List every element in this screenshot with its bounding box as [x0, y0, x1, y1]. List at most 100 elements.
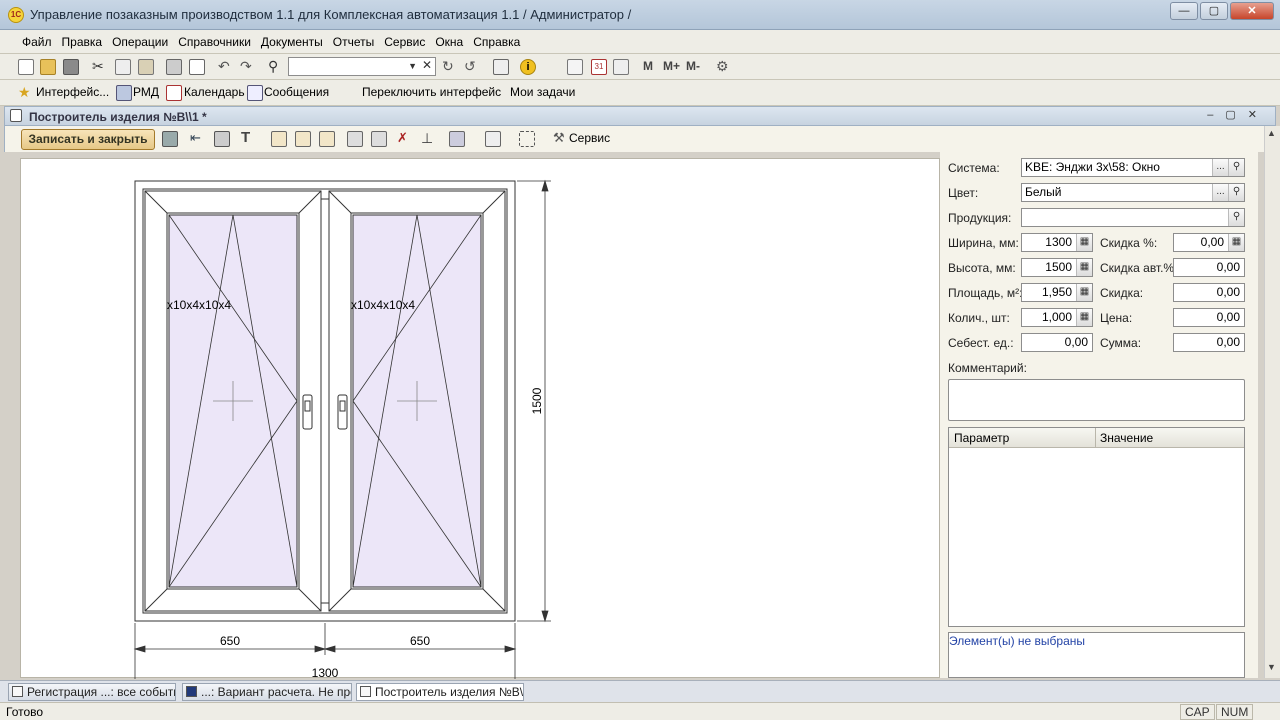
discount-auto-field[interactable]: 0,00	[1173, 258, 1245, 277]
menu-windows[interactable]: Окна	[435, 35, 463, 49]
calculator-icon[interactable]: ▦	[1076, 309, 1092, 326]
rmd-button[interactable]: РМД	[133, 85, 159, 99]
chevron-down-icon[interactable]: ▼	[408, 61, 417, 71]
menu-file[interactable]: Файл	[22, 35, 52, 49]
close-button[interactable]: ✕	[1230, 2, 1274, 20]
column-parameter[interactable]: Параметр	[954, 431, 1009, 445]
delete-element-icon[interactable]: ✗	[397, 131, 413, 147]
discount-field[interactable]: 0,00	[1173, 283, 1245, 302]
select-button[interactable]: ...	[1212, 159, 1228, 176]
calculator-icon[interactable]: ▦	[1076, 234, 1092, 251]
discount-pct-field[interactable]: 0,00 ▦	[1173, 233, 1245, 252]
find-next-icon[interactable]: ↻	[442, 59, 458, 75]
menu-help[interactable]: Справка	[473, 35, 520, 49]
save-icon[interactable]	[162, 131, 178, 147]
width-field[interactable]: 1300 ▦	[1021, 233, 1093, 252]
impost-vertical-icon[interactable]	[371, 131, 387, 147]
sash-icon[interactable]	[271, 131, 287, 147]
system-field[interactable]: KBE: Энджи 3х\58: Окно ... ⚲	[1021, 158, 1245, 177]
document-window-controls[interactable]: ‒▢✕	[1207, 108, 1269, 121]
sum-field[interactable]: 0,00	[1173, 333, 1245, 352]
product-field[interactable]: ⚲	[1021, 208, 1245, 227]
switch-interface-button[interactable]: Переключить интерфейс	[362, 85, 501, 99]
task-registration[interactable]: Регистрация ...: все события	[8, 683, 176, 701]
area-field[interactable]: 1,950 ▦	[1021, 283, 1093, 302]
glass-icon[interactable]	[319, 131, 335, 147]
minimize-button[interactable]: —	[1170, 2, 1198, 20]
undo-icon[interactable]: ↶	[218, 59, 234, 75]
save-icon[interactable]	[63, 59, 79, 75]
service-menu-button[interactable]: Сервис	[569, 131, 610, 145]
find-icon[interactable]: ⚲	[268, 59, 284, 75]
messages-button[interactable]: Сообщения	[264, 85, 329, 99]
menu-service[interactable]: Сервис	[384, 35, 425, 49]
right-sash[interactable]: x10x4x10x4	[328, 190, 506, 612]
product-drawing-canvas[interactable]: x10x4x10x4 x10x4x10x4 650 650 1300 1500	[20, 158, 940, 680]
price-field[interactable]: 0,00	[1173, 308, 1245, 327]
layout-icon[interactable]	[449, 131, 465, 147]
menu-reports[interactable]: Отчеты	[333, 35, 374, 49]
menu-operations[interactable]: Операции	[112, 35, 168, 49]
copy-icon[interactable]	[115, 59, 131, 75]
vertical-scrollbar[interactable]: ▲ ▼	[1264, 126, 1280, 678]
find-prev-icon[interactable]: ↺	[464, 59, 480, 75]
clear-search-icon[interactable]: ✕	[422, 58, 432, 72]
task-calculation-variant[interactable]: ...: Вариант расчета. Не про...	[182, 683, 352, 701]
clipboard-icon[interactable]	[613, 59, 629, 75]
scroll-up-icon[interactable]: ▲	[1267, 128, 1276, 138]
color-field[interactable]: Белый ... ⚲	[1021, 183, 1245, 202]
open-icon[interactable]	[40, 59, 56, 75]
parameters-table[interactable]: Параметр Значение	[948, 427, 1245, 627]
calculator-icon[interactable]	[567, 59, 583, 75]
memory-plus-button[interactable]: M+	[663, 59, 680, 73]
memory-button[interactable]: M	[643, 59, 653, 73]
my-tasks-button[interactable]: Мои задачи	[510, 85, 575, 99]
grid-icon[interactable]	[485, 131, 501, 147]
interfaces-button[interactable]: Интерфейс...	[36, 85, 109, 99]
calendar-button[interactable]: Календарь	[184, 85, 245, 99]
align-icon[interactable]: ⊥	[421, 131, 437, 147]
cut-icon[interactable]: ✂	[92, 59, 108, 75]
select-button[interactable]: ...	[1212, 184, 1228, 201]
table-header: Параметр Значение	[949, 428, 1244, 448]
calculator-icon[interactable]: ▦	[1076, 284, 1092, 301]
move-left-icon[interactable]: ⇤	[190, 131, 206, 147]
menu-edit[interactable]: Правка	[62, 35, 103, 49]
calendar-icon[interactable]: 31	[591, 59, 607, 75]
info-icon[interactable]: i	[520, 59, 536, 75]
column-value[interactable]: Значение	[1100, 431, 1153, 445]
mullion[interactable]	[320, 198, 330, 604]
search-icon[interactable]: ⚲	[1228, 159, 1244, 176]
search-icon[interactable]: ⚲	[1228, 209, 1244, 226]
memory-minus-button[interactable]: M-	[686, 59, 700, 73]
right-handle[interactable]	[337, 394, 348, 430]
paste-icon[interactable]	[138, 59, 154, 75]
sash-double-icon[interactable]	[295, 131, 311, 147]
print-icon[interactable]	[166, 59, 182, 75]
frame-icon[interactable]	[214, 131, 230, 147]
select-area-icon[interactable]	[519, 131, 535, 147]
menu-documents[interactable]: Документы	[261, 35, 323, 49]
cost-field[interactable]: 0,00	[1021, 333, 1093, 352]
windows-icon[interactable]	[493, 59, 509, 75]
impost-icon[interactable]	[347, 131, 363, 147]
new-icon[interactable]	[18, 59, 34, 75]
preview-icon[interactable]	[189, 59, 205, 75]
qty-field[interactable]: 1,000 ▦	[1021, 308, 1093, 327]
tools-icon[interactable]: ⚙	[716, 59, 732, 75]
search-icon[interactable]: ⚲	[1228, 184, 1244, 201]
menu-references[interactable]: Справочники	[178, 35, 251, 49]
comment-textarea[interactable]	[948, 379, 1245, 421]
scroll-down-icon[interactable]: ▼	[1267, 662, 1276, 672]
height-field[interactable]: 1500 ▦	[1021, 258, 1093, 277]
left-handle[interactable]	[302, 394, 313, 430]
calculator-icon[interactable]: ▦	[1228, 234, 1244, 251]
maximize-button[interactable]: ▢	[1200, 2, 1228, 20]
save-and-close-button[interactable]: Записать и закрыть	[21, 129, 155, 150]
left-sash[interactable]: x10x4x10x4	[144, 190, 322, 612]
redo-icon[interactable]: ↷	[240, 59, 256, 75]
search-input[interactable]: ▼ ✕	[288, 57, 436, 76]
calculator-icon[interactable]: ▦	[1076, 259, 1092, 276]
text-tool-icon[interactable]: T	[241, 130, 257, 147]
task-product-builder[interactable]: Построитель изделия №В\...	[356, 683, 524, 701]
